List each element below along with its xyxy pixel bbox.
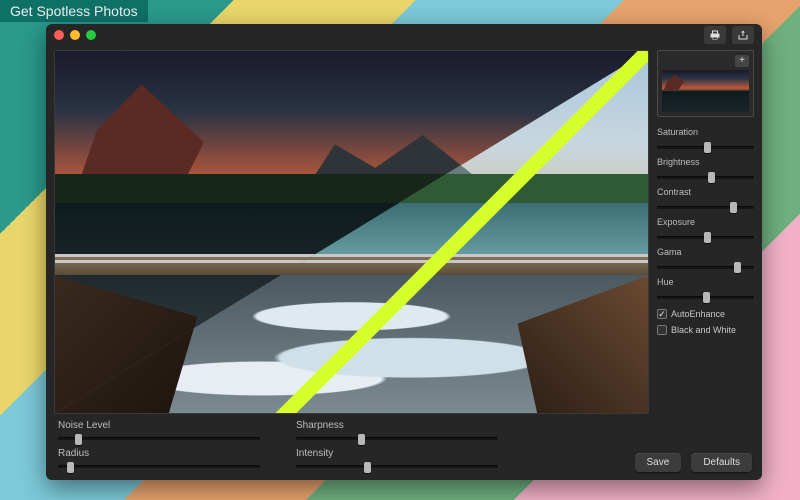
bottom-bar: Noise Level Sharpness Radius Intensity S… — [46, 414, 762, 482]
promo-banner: Get Spotless Photos — [0, 0, 148, 22]
bw-label: Black and White — [671, 325, 736, 335]
right-sidebar: + Saturation Brightness Contrast Exposur… — [657, 50, 754, 414]
checkbox-icon — [657, 309, 667, 319]
gama-slider[interactable] — [657, 261, 754, 273]
save-button[interactable]: Save — [635, 453, 682, 472]
share-icon — [737, 29, 749, 41]
sharpness-label: Sharpness — [296, 420, 498, 431]
saturation-label: Saturation — [657, 127, 754, 137]
image-canvas[interactable] — [54, 50, 649, 414]
hue-label: Hue — [657, 277, 754, 287]
defaults-button[interactable]: Defaults — [691, 453, 752, 472]
adjustment-controls: Saturation Brightness Contrast Exposure … — [657, 123, 754, 414]
exposure-slider[interactable] — [657, 231, 754, 243]
print-button[interactable] — [704, 26, 726, 44]
black-and-white-checkbox[interactable]: Black and White — [657, 325, 754, 335]
printer-icon — [709, 29, 721, 41]
saturation-slider[interactable] — [657, 141, 754, 153]
intensity-slider[interactable] — [296, 460, 498, 474]
app-window: + Saturation Brightness Contrast Exposur… — [46, 24, 762, 480]
noise-level-label: Noise Level — [58, 420, 260, 431]
radius-label: Radius — [58, 448, 260, 459]
minimize-button[interactable] — [70, 30, 80, 40]
share-button[interactable] — [732, 26, 754, 44]
desktop-background: Get Spotless Photos — [0, 0, 800, 500]
exposure-label: Exposure — [657, 217, 754, 227]
autoenhance-checkbox[interactable]: AutoEnhance — [657, 309, 754, 319]
gama-label: Gama — [657, 247, 754, 257]
banner-title: Get Spotless Photos — [10, 0, 138, 22]
zoom-button[interactable] — [86, 30, 96, 40]
brightness-slider[interactable] — [657, 171, 754, 183]
add-thumbnail-button[interactable]: + — [735, 55, 749, 67]
intensity-label: Intensity — [296, 448, 498, 459]
noise-level-slider[interactable] — [58, 432, 260, 446]
close-button[interactable] — [54, 30, 64, 40]
brightness-label: Brightness — [657, 157, 754, 167]
thumbnail-panel: + — [657, 50, 754, 117]
contrast-slider[interactable] — [657, 201, 754, 213]
autoenhance-label: AutoEnhance — [671, 309, 725, 319]
contrast-label: Contrast — [657, 187, 754, 197]
traffic-lights — [54, 30, 96, 40]
thumbnail-item[interactable] — [662, 70, 749, 112]
hue-slider[interactable] — [657, 291, 754, 303]
titlebar — [46, 24, 762, 46]
sharpness-slider[interactable] — [296, 432, 498, 446]
checkbox-icon — [657, 325, 667, 335]
radius-slider[interactable] — [58, 460, 260, 474]
